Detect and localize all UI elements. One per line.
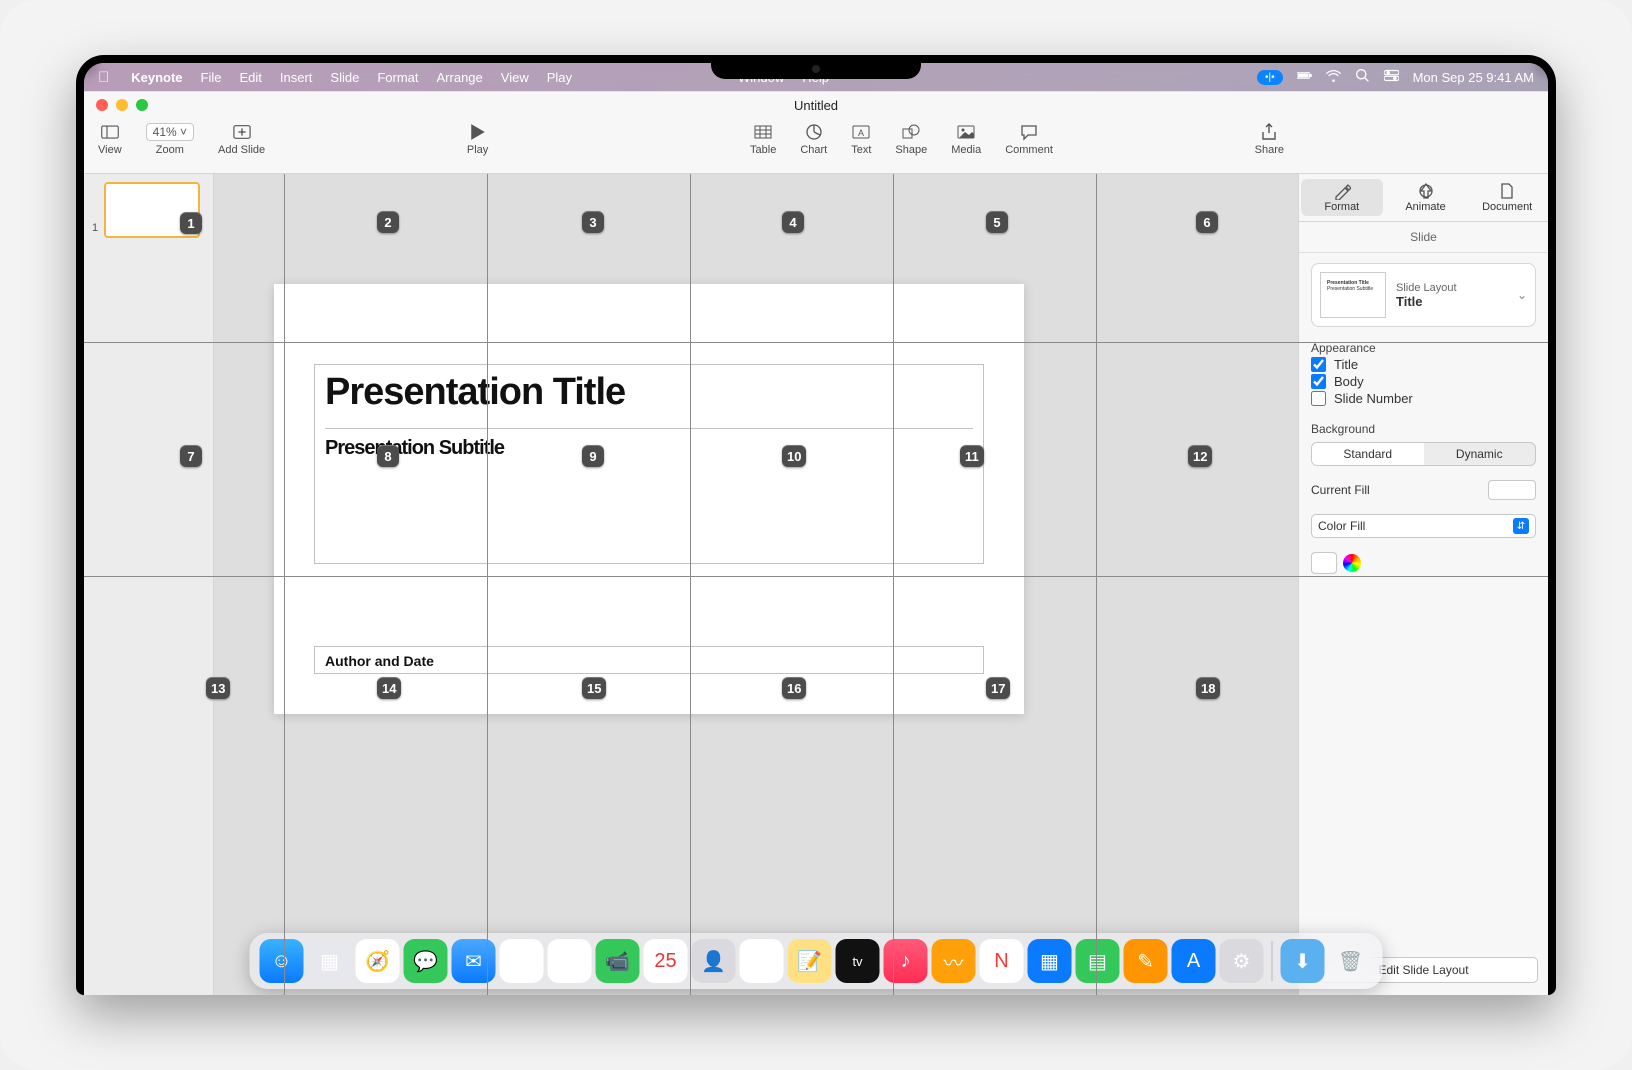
- dock-pages[interactable]: ✎: [1124, 939, 1168, 983]
- seg-dynamic[interactable]: Dynamic: [1424, 443, 1536, 465]
- dock-facetime[interactable]: 📹: [596, 939, 640, 983]
- status-pill[interactable]: •|•: [1257, 70, 1283, 85]
- dock-trash[interactable]: 🗑: [1329, 939, 1373, 983]
- tab-animate[interactable]: Animate: [1385, 174, 1467, 221]
- laptop-frame:  Keynote File Edit Insert Slide Format …: [76, 55, 1556, 995]
- slide-canvas[interactable]: Presentation Title Presentation Subtitle…: [214, 174, 1298, 995]
- minimize-button[interactable]: [116, 99, 128, 111]
- toolbar-comment[interactable]: Comment: [1005, 122, 1053, 156]
- menu-format[interactable]: Format: [377, 70, 418, 85]
- apple-menu[interactable]: : [98, 69, 109, 86]
- dock-calendar[interactable]: 25: [644, 939, 688, 983]
- dock-notes[interactable]: 📝: [788, 939, 832, 983]
- window-title: Untitled: [794, 98, 838, 113]
- toolbar-share[interactable]: Share: [1255, 122, 1284, 156]
- menubar-datetime[interactable]: Mon Sep 25 9:41 AM: [1413, 70, 1534, 85]
- background-label: Background: [1311, 422, 1536, 436]
- tab-format[interactable]: Format: [1301, 179, 1383, 216]
- dock-keynote[interactable]: ▦: [1028, 939, 1072, 983]
- author-placeholder[interactable]: Author and Date: [314, 646, 984, 674]
- toolbar-shape[interactable]: Shape: [895, 122, 927, 156]
- dock-downloads[interactable]: ⬇: [1281, 939, 1325, 983]
- wifi-icon[interactable]: [1326, 68, 1341, 86]
- control-center-icon[interactable]: [1384, 68, 1399, 86]
- appearance-label: Appearance: [1311, 341, 1536, 355]
- tab-document[interactable]: Document: [1466, 174, 1548, 221]
- dock-appstore[interactable]: A: [1172, 939, 1216, 983]
- fullscreen-button[interactable]: [136, 99, 148, 111]
- app-name[interactable]: Keynote: [131, 70, 182, 85]
- menu-view[interactable]: View: [501, 70, 529, 85]
- dock-reminders[interactable]: ☰: [740, 939, 784, 983]
- battery-icon[interactable]: [1297, 68, 1312, 86]
- slide-thumbnail[interactable]: 1: [90, 182, 207, 238]
- toolbar-chart[interactable]: Chart: [800, 122, 827, 156]
- color-wheel-icon[interactable]: [1343, 554, 1361, 572]
- layout-thumbnail: Presentation Title Presentation Subtitle: [1320, 272, 1386, 318]
- checkbox-body[interactable]: Body: [1311, 374, 1536, 389]
- slide-layout-picker[interactable]: Presentation Title Presentation Subtitle…: [1311, 263, 1536, 327]
- menu-play[interactable]: Play: [547, 70, 572, 85]
- dock-contacts[interactable]: 👤: [692, 939, 736, 983]
- checkbox-title[interactable]: Title: [1311, 357, 1536, 372]
- dock-maps[interactable]: 🗺: [500, 939, 544, 983]
- slide-subtitle: Presentation Subtitle: [325, 428, 973, 460]
- toolbar-text[interactable]: AText: [851, 122, 871, 156]
- toolbar-media[interactable]: Media: [951, 122, 981, 156]
- toolbar-add-slide[interactable]: Add Slide: [218, 122, 265, 156]
- dock-freeform[interactable]: 〰: [932, 939, 976, 983]
- dock-news[interactable]: N: [980, 939, 1024, 983]
- dock-photos[interactable]: ✿: [548, 939, 592, 983]
- dock: ☺▦🧭💬✉🗺✿📹25👤☰📝tv♪〰N▦▤✎A⚙⬇🗑: [250, 933, 1383, 989]
- fill-color-well[interactable]: [1311, 552, 1337, 574]
- slide-navigator[interactable]: 1: [84, 174, 214, 995]
- menu-edit[interactable]: Edit: [240, 70, 262, 85]
- current-fill-label: Current Fill: [1311, 483, 1370, 497]
- toolbar: View 41% ˅ Zoom Add Slide Play: [84, 118, 1548, 174]
- inspector: Format Animate Document Slide: [1298, 174, 1548, 995]
- menu-slide[interactable]: Slide: [330, 70, 359, 85]
- dock-mail[interactable]: ✉: [452, 939, 496, 983]
- search-icon[interactable]: [1355, 68, 1370, 86]
- dock-music[interactable]: ♪: [884, 939, 928, 983]
- current-fill-swatch[interactable]: [1488, 480, 1536, 500]
- titlebar: Untitled: [84, 92, 1548, 118]
- keynote-window: Untitled View 41% ˅ Zoom Add Slide: [84, 91, 1548, 995]
- chevron-down-icon: ⌄: [1517, 288, 1527, 302]
- dock-safari[interactable]: 🧭: [356, 939, 400, 983]
- toolbar-table[interactable]: Table: [750, 122, 776, 156]
- dock-messages[interactable]: 💬: [404, 939, 448, 983]
- inspector-section: Slide: [1299, 222, 1548, 253]
- slide-number: 1: [92, 222, 98, 234]
- screen:  Keynote File Edit Insert Slide Format …: [84, 63, 1548, 995]
- dock-launchpad[interactable]: ▦: [308, 939, 352, 983]
- toolbar-zoom[interactable]: 41% ˅ Zoom: [146, 122, 194, 156]
- checkbox-slide-number[interactable]: Slide Number: [1311, 391, 1536, 406]
- toolbar-play[interactable]: Play: [467, 122, 488, 156]
- title-placeholder[interactable]: Presentation Title Presentation Subtitle: [314, 364, 984, 564]
- seg-standard[interactable]: Standard: [1312, 443, 1424, 465]
- toolbar-view[interactable]: View: [98, 122, 122, 156]
- background-segmented[interactable]: Standard Dynamic: [1311, 442, 1536, 466]
- menu-insert[interactable]: Insert: [280, 70, 313, 85]
- close-button[interactable]: [96, 99, 108, 111]
- menu-file[interactable]: File: [201, 70, 222, 85]
- dock-numbers[interactable]: ▤: [1076, 939, 1120, 983]
- slide-title: Presentation Title: [325, 371, 973, 414]
- notch: [711, 55, 921, 79]
- dock-tv[interactable]: tv: [836, 939, 880, 983]
- fill-type-select[interactable]: Color Fill ⇵: [1311, 514, 1536, 538]
- stepper-icon: ⇵: [1513, 518, 1529, 534]
- svg-text:A: A: [858, 128, 864, 138]
- dock-settings[interactable]: ⚙: [1220, 939, 1264, 983]
- dock-finder[interactable]: ☺: [260, 939, 304, 983]
- slide[interactable]: Presentation Title Presentation Subtitle…: [274, 284, 1024, 714]
- menu-arrange[interactable]: Arrange: [437, 70, 483, 85]
